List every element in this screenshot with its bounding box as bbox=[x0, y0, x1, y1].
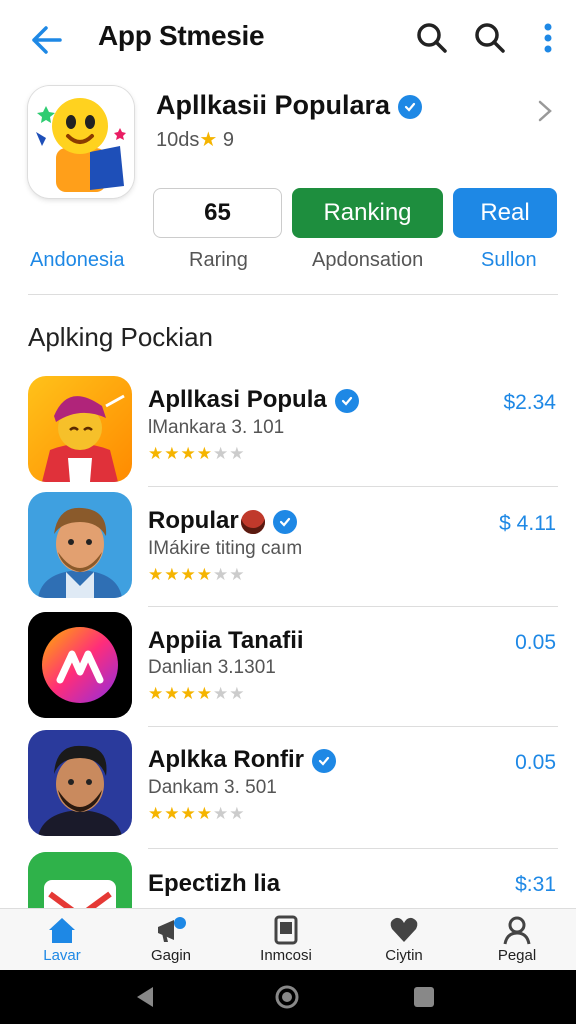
emoji-icon bbox=[240, 509, 265, 534]
app-name-text: Ropular bbox=[148, 507, 239, 534]
verified-badge-icon bbox=[272, 509, 297, 534]
nav-item-pegal[interactable]: Pegal bbox=[467, 913, 567, 969]
verified-badge-icon bbox=[398, 94, 423, 119]
system-recents-icon[interactable] bbox=[411, 984, 437, 1010]
app-icon bbox=[28, 492, 132, 598]
app-subtitle: Dankam 3. 501 bbox=[148, 777, 277, 798]
list-item[interactable]: Apllkasi Popula lMankara 3. 101 ★★★★★★ $… bbox=[0, 370, 576, 490]
mail-app-icon bbox=[28, 852, 132, 908]
app-price[interactable]: 0.05 bbox=[515, 751, 556, 775]
list-item[interactable]: Appiia Tanafii Danlian 3.1301 ★★★★★★ 0.0… bbox=[0, 610, 576, 730]
app-price[interactable]: $:31 bbox=[515, 873, 556, 897]
list-item[interactable]: Ropular IMákire titing caım ★★★★★★ $ 4.1… bbox=[0, 490, 576, 610]
app-name: Appiia Tanafii bbox=[148, 627, 304, 654]
region-link[interactable]: Andonesia bbox=[30, 249, 125, 272]
app-name: Epectizh lia bbox=[148, 870, 281, 897]
app-icon bbox=[28, 612, 132, 718]
section-divider bbox=[28, 294, 558, 295]
nav-label: Gagin bbox=[150, 947, 192, 964]
nav-label: Ciytin bbox=[385, 947, 423, 964]
app-name-text: Aplkka Ronfir bbox=[148, 746, 305, 773]
back-arrow-icon[interactable] bbox=[24, 20, 64, 60]
page-title: App Stmesie bbox=[98, 20, 265, 51]
tablet-icon bbox=[274, 915, 298, 945]
apdonsation-label: Apdonsation bbox=[312, 249, 424, 271]
nav-item-gagin[interactable]: Gagin bbox=[121, 913, 221, 969]
home-icon bbox=[49, 918, 75, 943]
app-price[interactable]: 0.05 bbox=[515, 631, 556, 655]
app-price[interactable]: $ 4.11 bbox=[499, 512, 556, 536]
person-icon bbox=[503, 916, 531, 945]
megaphone-icon bbox=[158, 917, 186, 942]
section-title: Aplking Pockian bbox=[28, 322, 213, 352]
nav-label: Pegal bbox=[497, 947, 537, 964]
hero-sub-text: 10ds bbox=[156, 129, 200, 151]
nav-item-lavar[interactable]: Lavar bbox=[12, 913, 112, 969]
rating-label: Raring bbox=[189, 249, 248, 271]
nav-label: Inmcosi bbox=[260, 947, 312, 964]
search-icon[interactable] bbox=[472, 20, 508, 56]
row-divider bbox=[148, 606, 558, 607]
system-nav-bar bbox=[0, 970, 576, 1024]
hero-sub-rating: 9 bbox=[222, 129, 234, 151]
bottom-nav: Lavar Gagin Inmcosi Ciytin Pegal bbox=[0, 908, 576, 970]
hero-app-title-text: Apllkasii Populara bbox=[156, 90, 391, 120]
app-icon bbox=[28, 376, 132, 482]
system-back-icon[interactable] bbox=[133, 984, 159, 1010]
app-name: Apllkasi Popula bbox=[148, 386, 359, 414]
star-icon: ★ bbox=[199, 129, 218, 151]
app-subtitle: Danlian 3.1301 bbox=[148, 657, 276, 678]
nav-item-inmcosi[interactable]: Inmcosi bbox=[236, 913, 336, 969]
chevron-right-icon[interactable] bbox=[532, 96, 558, 126]
row-divider bbox=[148, 726, 558, 727]
more-vert-icon[interactable] bbox=[534, 20, 562, 56]
sullon-link[interactable]: Sullon bbox=[481, 249, 537, 272]
verified-badge-icon bbox=[312, 748, 337, 773]
row-divider bbox=[148, 848, 558, 849]
star-rating: ★★★★★★ bbox=[148, 444, 246, 463]
hero-app-icon[interactable] bbox=[28, 86, 134, 198]
app-subtitle: lMankara 3. 101 bbox=[148, 417, 285, 438]
app-price[interactable]: $2.34 bbox=[503, 391, 556, 415]
list-item[interactable]: Epectizh lia $:31 bbox=[0, 850, 576, 908]
search-icon[interactable] bbox=[414, 20, 450, 56]
app-subtitle: IMákire titing caım bbox=[148, 538, 303, 559]
system-home-icon[interactable] bbox=[274, 984, 300, 1010]
ranking-button[interactable]: Ranking bbox=[292, 188, 443, 238]
real-button[interactable]: Real bbox=[453, 188, 557, 238]
star-rating: ★★★★★★ bbox=[148, 804, 246, 823]
top-app-bar: App Stmesie bbox=[0, 0, 576, 78]
nav-item-ciytin[interactable]: Ciytin bbox=[354, 913, 454, 969]
hero-app-subtitle: 10ds★ 9 bbox=[156, 127, 234, 152]
star-rating: ★★★★★★ bbox=[148, 565, 246, 584]
app-icon bbox=[28, 730, 132, 836]
nav-label: Lavar bbox=[43, 947, 81, 964]
row-divider bbox=[148, 486, 558, 487]
verified-badge-icon bbox=[334, 388, 359, 413]
list-item[interactable]: Aplkka Ronfir Dankam 3. 501 ★★★★★★ 0.05 bbox=[0, 728, 576, 849]
hero-app-title: Apllkasii Populara bbox=[156, 90, 423, 121]
heart-icon bbox=[390, 917, 418, 942]
app-name: Ropular bbox=[148, 507, 297, 535]
app-name: Aplkka Ronfir bbox=[148, 746, 337, 774]
app-name-text: Apllkasi Popula bbox=[148, 386, 327, 413]
star-rating: ★★★★★★ bbox=[148, 684, 246, 703]
rating-value-box: 65 bbox=[153, 188, 282, 238]
